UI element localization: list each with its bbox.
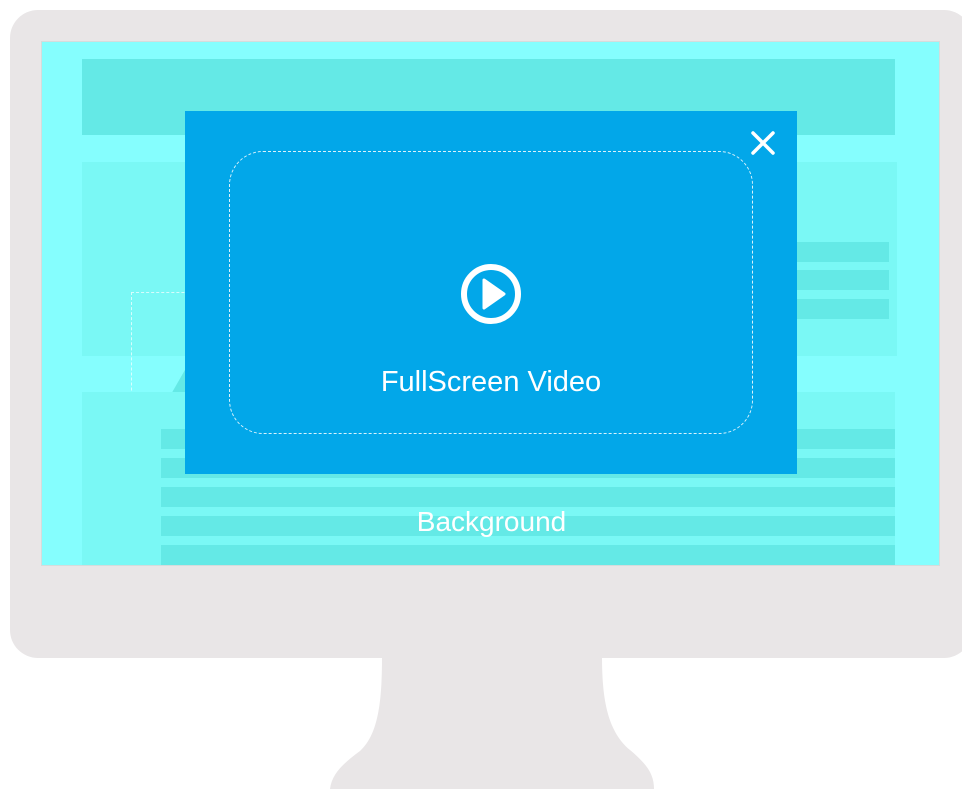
play-circle-icon[interactable] xyxy=(459,262,523,326)
background-text-line xyxy=(787,299,889,319)
background-text-line xyxy=(787,270,889,290)
background-text-line xyxy=(787,242,889,262)
monitor-stand xyxy=(330,655,654,789)
fullscreen-video-overlay: FullScreen Video xyxy=(185,111,797,474)
background-text-row xyxy=(161,487,895,507)
video-label: FullScreen Video xyxy=(380,366,602,398)
close-icon[interactable] xyxy=(747,127,779,159)
background-label: Background xyxy=(416,506,567,537)
background-text-row xyxy=(161,545,895,565)
